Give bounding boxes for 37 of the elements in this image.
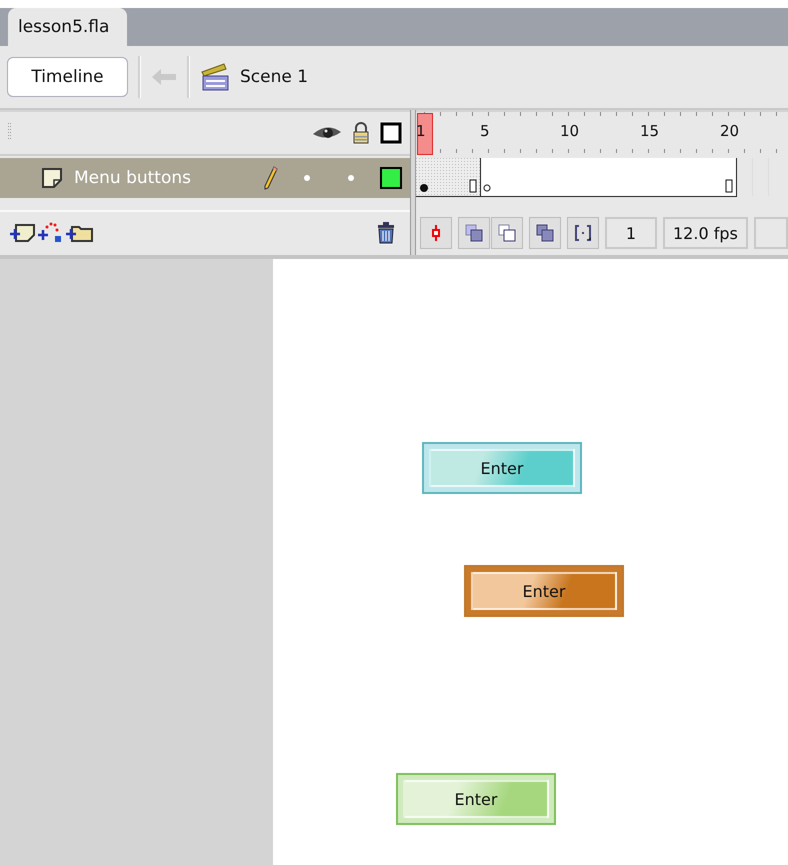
overlapping-squares-icon — [464, 223, 484, 244]
frame-number: 20 — [720, 122, 740, 140]
frame-number: 10 — [560, 122, 580, 140]
filled-squares-icon — [535, 223, 555, 244]
filled-squares-button[interactable] — [529, 217, 561, 250]
bracket-icon — [573, 223, 593, 244]
outlined-squares-button[interactable] — [491, 217, 523, 250]
enter-button[interactable]: Enter — [422, 442, 582, 494]
outline-square-icon[interactable] — [380, 122, 402, 144]
overlapping-squares-button[interactable] — [458, 217, 490, 250]
layer-name: Menu buttons — [74, 168, 192, 188]
dot-icon[interactable] — [348, 175, 354, 181]
playhead-marker-button[interactable] — [420, 217, 452, 250]
lock-icon[interactable] — [352, 122, 370, 144]
outlined-squares-icon — [497, 223, 517, 244]
enter-button[interactable]: Enter — [464, 565, 624, 617]
bracket-button[interactable] — [567, 217, 599, 250]
clapperboard-icon — [200, 62, 230, 92]
document-tab[interactable]: lesson5.fla — [8, 8, 128, 46]
add-layer-icon[interactable] — [10, 223, 36, 243]
frame-number: 15 — [640, 122, 660, 140]
layer-icon — [42, 168, 62, 188]
frame-number: 5 — [480, 122, 491, 140]
enter-button[interactable]: Enter — [396, 773, 556, 825]
trash-icon[interactable] — [376, 222, 396, 244]
frame-ruler[interactable]: 1 5 10 15 20 — [416, 110, 788, 156]
timeline-button[interactable]: Timeline — [7, 57, 128, 97]
scene-label[interactable]: Scene 1 — [240, 67, 308, 87]
frame-rate-field: 12.0 fps — [663, 217, 748, 250]
dot-icon[interactable] — [304, 175, 310, 181]
current-frame-field: 1 — [605, 217, 657, 250]
add-folder-icon[interactable] — [66, 223, 94, 243]
playhead[interactable] — [417, 113, 433, 155]
frame-number: 1 — [416, 122, 427, 140]
outline-color-square[interactable] — [380, 167, 402, 189]
pencil-icon — [264, 166, 278, 190]
add-guide-layer-icon[interactable] — [38, 222, 64, 244]
